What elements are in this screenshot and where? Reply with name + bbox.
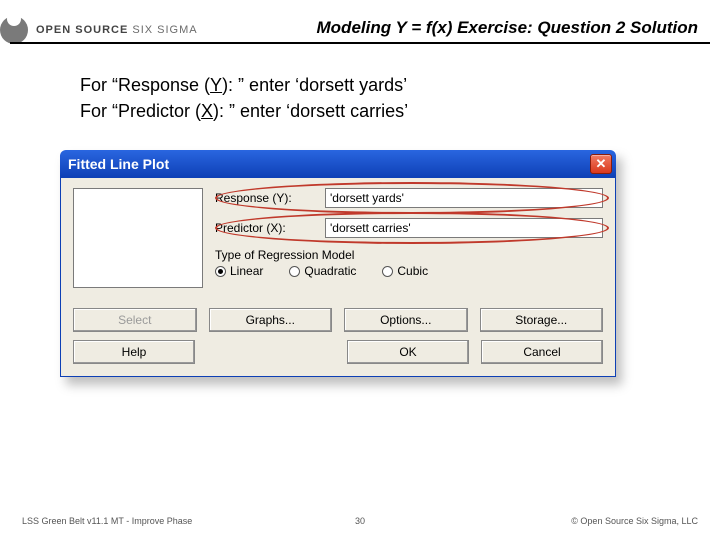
footer-left: LSS Green Belt v11.1 MT - Improve Phase	[22, 516, 192, 526]
radio-icon	[215, 266, 226, 277]
variable-listbox[interactable]	[73, 188, 203, 288]
ok-button[interactable]: OK	[347, 340, 469, 364]
predictor-label: Predictor (X):	[215, 221, 325, 235]
instructions: For “Response (Y): ” enter ‘dorsett yard…	[80, 72, 408, 124]
radio-icon	[289, 266, 300, 277]
brand-logo: OPEN SOURCE SIX SIGMA	[0, 16, 198, 44]
close-button[interactable]: ✕	[590, 154, 612, 174]
slide-footer: LSS Green Belt v11.1 MT - Improve Phase …	[22, 516, 698, 526]
options-button[interactable]: Options...	[344, 308, 468, 332]
logo-icon	[0, 16, 28, 44]
select-button[interactable]: Select	[73, 308, 197, 332]
cancel-button[interactable]: Cancel	[481, 340, 603, 364]
radio-cubic[interactable]: Cubic	[382, 264, 428, 278]
radio-linear[interactable]: Linear	[215, 264, 263, 278]
header-divider	[10, 42, 710, 44]
predictor-input[interactable]: 'dorsett carries'	[325, 218, 603, 238]
footer-right: © Open Source Six Sigma, LLC	[571, 516, 698, 526]
response-label: Response (Y):	[215, 191, 325, 205]
close-icon: ✕	[596, 156, 607, 172]
response-input[interactable]: 'dorsett yards'	[325, 188, 603, 208]
brand-text: OPEN SOURCE SIX SIGMA	[36, 24, 198, 36]
page-number: 30	[355, 516, 365, 526]
fitted-line-plot-dialog: Fitted Line Plot ✕ Response (Y): 'dorset…	[60, 150, 616, 377]
page-title: Modeling Y = f(x) Exercise: Question 2 S…	[317, 18, 698, 38]
dialog-titlebar[interactable]: Fitted Line Plot ✕	[60, 150, 616, 178]
radio-icon	[382, 266, 393, 277]
radio-quadratic[interactable]: Quadratic	[289, 264, 356, 278]
graphs-button[interactable]: Graphs...	[209, 308, 333, 332]
regression-type-label: Type of Regression Model	[215, 248, 603, 262]
storage-button[interactable]: Storage...	[480, 308, 604, 332]
dialog-title: Fitted Line Plot	[68, 156, 169, 172]
help-button[interactable]: Help	[73, 340, 195, 364]
